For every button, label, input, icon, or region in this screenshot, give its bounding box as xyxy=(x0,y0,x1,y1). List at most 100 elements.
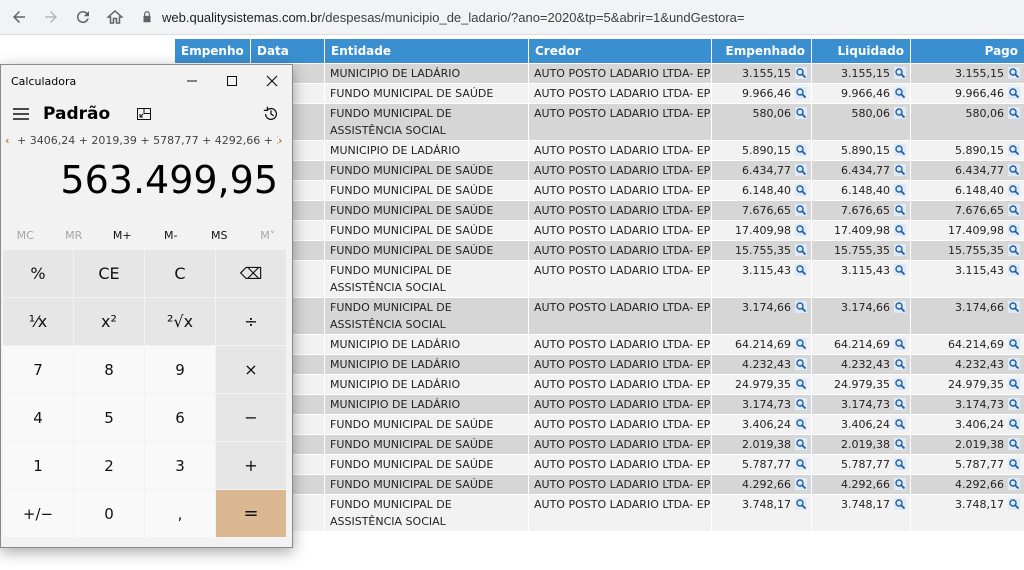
table-row[interactable]: 2019MUNICIPIO DE LADÁRIOAUTO POSTO LADAR… xyxy=(174,354,1024,375)
table-row[interactable]: 2019MUNICIPIO DE LADÁRIOAUTO POSTO LADAR… xyxy=(174,374,1024,395)
digit-5-key[interactable]: 5 xyxy=(74,394,144,441)
magnifier-icon[interactable] xyxy=(890,244,906,257)
magnifier-icon[interactable] xyxy=(890,338,906,351)
magnifier-icon[interactable] xyxy=(890,458,906,471)
memory-button-2[interactable]: M+ xyxy=(98,229,147,242)
digit-0-key[interactable]: 0 xyxy=(74,490,144,537)
clear-entry-key[interactable]: CE xyxy=(74,250,144,297)
magnifier-icon[interactable] xyxy=(1004,67,1020,80)
history-icon[interactable] xyxy=(262,105,280,123)
table-row[interactable]: 2019FUNDO MUNICIPAL DE ASSISTÊNCIA SOCIA… xyxy=(174,297,1024,335)
magnifier-icon[interactable] xyxy=(890,164,906,177)
magnifier-icon[interactable] xyxy=(791,67,807,80)
magnifier-icon[interactable] xyxy=(890,378,906,391)
digit-7-key[interactable]: 7 xyxy=(3,346,73,393)
magnifier-icon[interactable] xyxy=(890,301,906,314)
magnifier-icon[interactable] xyxy=(1004,438,1020,451)
percent-key[interactable]: % xyxy=(3,250,73,297)
magnifier-icon[interactable] xyxy=(791,224,807,237)
equals-key[interactable]: = xyxy=(216,490,286,537)
magnifier-icon[interactable] xyxy=(791,164,807,177)
decimal-key[interactable]: , xyxy=(145,490,215,537)
magnifier-icon[interactable] xyxy=(1004,107,1020,120)
digit-4-key[interactable]: 4 xyxy=(3,394,73,441)
col-header-entidade[interactable]: Entidade xyxy=(324,38,529,64)
magnifier-icon[interactable] xyxy=(791,378,807,391)
magnifier-icon[interactable] xyxy=(791,358,807,371)
magnifier-icon[interactable] xyxy=(890,438,906,451)
magnifier-icon[interactable] xyxy=(890,398,906,411)
memory-button-3[interactable]: M- xyxy=(147,229,196,242)
magnifier-icon[interactable] xyxy=(1004,204,1020,217)
table-row[interactable]: 2019MUNICIPIO DE LADÁRIOAUTO POSTO LADAR… xyxy=(174,334,1024,355)
multiply-key[interactable]: × xyxy=(216,346,286,393)
magnifier-icon[interactable] xyxy=(1004,398,1020,411)
memory-button-0[interactable]: MC xyxy=(1,229,50,242)
magnifier-icon[interactable] xyxy=(1004,301,1020,314)
magnifier-icon[interactable] xyxy=(890,224,906,237)
magnifier-icon[interactable] xyxy=(791,184,807,197)
reload-button[interactable] xyxy=(70,4,96,30)
maximize-button[interactable] xyxy=(212,65,252,97)
table-row[interactable]: 2019FUNDO MUNICIPAL DE SAÚDEAUTO POSTO L… xyxy=(174,160,1024,181)
digit-3-key[interactable]: 3 xyxy=(145,442,215,489)
magnifier-icon[interactable] xyxy=(1004,244,1020,257)
table-row[interactable]: 2019FUNDO MUNICIPAL DE ASSISTÊNCIA SOCIA… xyxy=(174,494,1024,532)
col-header-pago[interactable]: Pago xyxy=(910,38,1024,64)
magnifier-icon[interactable] xyxy=(791,107,807,120)
table-row[interactable]: 2019FUNDO MUNICIPAL DE SAÚDEAUTO POSTO L… xyxy=(174,454,1024,475)
digit-6-key[interactable]: 6 xyxy=(145,394,215,441)
magnifier-icon[interactable] xyxy=(890,87,906,100)
magnifier-icon[interactable] xyxy=(791,398,807,411)
magnifier-icon[interactable] xyxy=(1004,378,1020,391)
square-root-key[interactable]: ²√x xyxy=(145,298,215,345)
table-row[interactable]: 2019MUNICIPIO DE LADÁRIOAUTO POSTO LADAR… xyxy=(174,63,1024,84)
minimize-button[interactable] xyxy=(172,65,212,97)
table-row[interactable]: 2019FUNDO MUNICIPAL DE SAÚDEAUTO POSTO L… xyxy=(174,434,1024,455)
digit-2-key[interactable]: 2 xyxy=(74,442,144,489)
magnifier-icon[interactable] xyxy=(791,438,807,451)
magnifier-icon[interactable] xyxy=(791,338,807,351)
magnifier-icon[interactable] xyxy=(1004,478,1020,491)
memory-button-5[interactable]: M˅ xyxy=(244,229,293,242)
magnifier-icon[interactable] xyxy=(890,204,906,217)
magnifier-icon[interactable] xyxy=(791,498,807,511)
memory-button-4[interactable]: MS xyxy=(195,229,244,242)
magnifier-icon[interactable] xyxy=(1004,458,1020,471)
magnifier-icon[interactable] xyxy=(890,498,906,511)
back-button[interactable] xyxy=(6,4,32,30)
magnifier-icon[interactable] xyxy=(1004,338,1020,351)
table-row[interactable]: 2019FUNDO MUNICIPAL DE SAÚDEAUTO POSTO L… xyxy=(174,220,1024,241)
clear-key[interactable]: C xyxy=(145,250,215,297)
digit-8-key[interactable]: 8 xyxy=(74,346,144,393)
magnifier-icon[interactable] xyxy=(890,144,906,157)
table-row[interactable]: 2019FUNDO MUNICIPAL DE SAÚDEAUTO POSTO L… xyxy=(174,180,1024,201)
magnifier-icon[interactable] xyxy=(791,204,807,217)
magnifier-icon[interactable] xyxy=(791,144,807,157)
table-row[interactable]: 2019MUNICIPIO DE LADÁRIOAUTO POSTO LADAR… xyxy=(174,394,1024,415)
table-row[interactable]: 2019FUNDO MUNICIPAL DE ASSISTÊNCIA SOCIA… xyxy=(174,103,1024,141)
backspace-key[interactable]: ⌫ xyxy=(216,250,286,297)
calculator-titlebar[interactable]: Calculadora xyxy=(1,65,292,97)
col-header-credor[interactable]: Credor xyxy=(528,38,712,64)
magnifier-icon[interactable] xyxy=(791,264,807,277)
magnifier-icon[interactable] xyxy=(791,301,807,314)
magnifier-icon[interactable] xyxy=(791,244,807,257)
memory-button-1[interactable]: MR xyxy=(50,229,99,242)
table-row[interactable]: 2019FUNDO MUNICIPAL DE SAÚDEAUTO POSTO L… xyxy=(174,200,1024,221)
magnifier-icon[interactable] xyxy=(890,418,906,431)
home-button[interactable] xyxy=(102,4,128,30)
negate-key[interactable]: +/− xyxy=(3,490,73,537)
magnifier-icon[interactable] xyxy=(791,418,807,431)
scroll-right-icon[interactable]: › xyxy=(278,134,288,147)
magnifier-icon[interactable] xyxy=(1004,87,1020,100)
subtract-key[interactable]: − xyxy=(216,394,286,441)
magnifier-icon[interactable] xyxy=(890,358,906,371)
forward-button[interactable] xyxy=(38,4,64,30)
keep-on-top-icon[interactable] xyxy=(136,106,152,122)
magnifier-icon[interactable] xyxy=(1004,164,1020,177)
table-row[interactable]: 2019FUNDO MUNICIPAL DE SAÚDEAUTO POSTO L… xyxy=(174,240,1024,261)
divide-key[interactable]: ÷ xyxy=(216,298,286,345)
hamburger-icon[interactable] xyxy=(11,104,31,124)
scroll-left-icon[interactable]: ‹ xyxy=(5,134,15,147)
